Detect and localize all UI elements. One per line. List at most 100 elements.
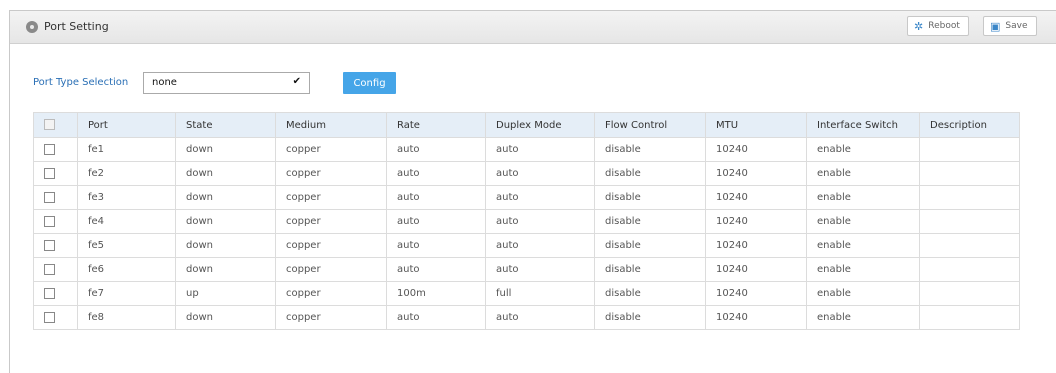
row-checkbox[interactable]: [44, 167, 55, 179]
cell-medium: copper: [275, 209, 387, 234]
cell-switch: enable: [806, 209, 920, 234]
cell-port: fe7: [77, 281, 176, 306]
table-row[interactable]: fe5 down copper auto auto disable 10240 …: [33, 233, 1020, 258]
cell-switch: enable: [806, 161, 920, 186]
cell-rate: auto: [386, 137, 486, 162]
reboot-button[interactable]: ✲ Reboot: [907, 16, 969, 36]
cell-port: fe6: [77, 257, 176, 282]
cell-medium: copper: [275, 233, 387, 258]
table-row[interactable]: fe1 down copper auto auto disable 10240 …: [33, 137, 1020, 162]
cell-port: fe2: [77, 161, 176, 186]
table-header-row: Port State Medium Rate Duplex Mode Flow …: [33, 112, 1020, 138]
row-checkbox[interactable]: [44, 239, 55, 251]
cell-description: [919, 233, 1020, 258]
cell-mtu: 10240: [705, 281, 807, 306]
cell-rate: auto: [386, 257, 486, 282]
row-select-cell[interactable]: [33, 137, 78, 162]
save-label: Save: [1005, 21, 1028, 31]
cell-mtu: 10240: [705, 305, 807, 330]
cell-state: down: [175, 185, 276, 210]
port-type-label: Port Type Selection: [33, 77, 129, 88]
cell-switch: enable: [806, 233, 920, 258]
save-button[interactable]: ▣ Save: [983, 16, 1037, 36]
column-header: Medium: [275, 112, 387, 138]
cell-mtu: 10240: [705, 257, 807, 282]
cell-switch: enable: [806, 281, 920, 306]
select-all-checkbox[interactable]: [44, 119, 55, 131]
row-select-cell[interactable]: [33, 233, 78, 258]
cell-description: [919, 137, 1020, 162]
row-checkbox[interactable]: [44, 311, 55, 323]
cell-rate: auto: [386, 305, 486, 330]
cell-state: down: [175, 137, 276, 162]
cell-port: fe3: [77, 185, 176, 210]
cell-flow: disable: [594, 305, 706, 330]
cell-medium: copper: [275, 281, 387, 306]
port-type-select[interactable]: none ✔: [143, 72, 310, 94]
row-checkbox[interactable]: [44, 287, 55, 299]
port-type-value: none: [152, 77, 177, 88]
cell-switch: enable: [806, 137, 920, 162]
table-row[interactable]: fe7 up copper 100m full disable 10240 en…: [33, 281, 1020, 306]
cell-state: up: [175, 281, 276, 306]
panel-header: Port Setting ✲ Reboot ▣ Save: [10, 11, 1056, 44]
save-icon: ▣: [990, 19, 1001, 33]
cell-duplex: auto: [485, 161, 595, 186]
row-select-cell[interactable]: [33, 281, 78, 306]
row-checkbox[interactable]: [44, 191, 55, 203]
cell-flow: disable: [594, 137, 706, 162]
row-select-cell[interactable]: [33, 209, 78, 234]
cell-description: [919, 257, 1020, 282]
row-select-cell[interactable]: [33, 305, 78, 330]
row-select-cell[interactable]: [33, 161, 78, 186]
row-select-cell[interactable]: [33, 257, 78, 282]
cell-description: [919, 209, 1020, 234]
table-row[interactable]: fe3 down copper auto auto disable 10240 …: [33, 185, 1020, 210]
cell-port: fe5: [77, 233, 176, 258]
table-row[interactable]: fe4 down copper auto auto disable 10240 …: [33, 209, 1020, 234]
cell-duplex: auto: [485, 257, 595, 282]
cell-state: down: [175, 161, 276, 186]
cell-flow: disable: [594, 233, 706, 258]
column-header: Flow Control: [594, 112, 706, 138]
config-button[interactable]: Config: [343, 72, 396, 94]
cell-switch: enable: [806, 257, 920, 282]
column-header: Duplex Mode: [485, 112, 595, 138]
reboot-label: Reboot: [928, 21, 960, 31]
cell-duplex: full: [485, 281, 595, 306]
port-table: Port State Medium Rate Duplex Mode Flow …: [33, 112, 1020, 330]
cell-flow: disable: [594, 281, 706, 306]
row-select-cell[interactable]: [33, 185, 78, 210]
column-header: State: [175, 112, 276, 138]
reboot-icon: ✲: [914, 19, 924, 33]
cell-rate: auto: [386, 209, 486, 234]
row-checkbox[interactable]: [44, 263, 55, 275]
column-header: MTU: [705, 112, 807, 138]
select-all-cell[interactable]: [33, 112, 78, 138]
cell-mtu: 10240: [705, 161, 807, 186]
cell-flow: disable: [594, 209, 706, 234]
table-row[interactable]: fe2 down copper auto auto disable 10240 …: [33, 161, 1020, 186]
cell-duplex: auto: [485, 209, 595, 234]
cell-rate: auto: [386, 161, 486, 186]
cell-rate: auto: [386, 185, 486, 210]
cell-state: down: [175, 305, 276, 330]
cell-mtu: 10240: [705, 185, 807, 210]
cell-rate: 100m: [386, 281, 486, 306]
cell-description: [919, 161, 1020, 186]
cell-mtu: 10240: [705, 233, 807, 258]
cell-description: [919, 281, 1020, 306]
cell-flow: disable: [594, 257, 706, 282]
cell-state: down: [175, 233, 276, 258]
table-row[interactable]: fe6 down copper auto auto disable 10240 …: [33, 257, 1020, 282]
row-checkbox[interactable]: [44, 215, 55, 227]
column-header: Port: [77, 112, 176, 138]
row-checkbox[interactable]: [44, 143, 55, 155]
cell-duplex: auto: [485, 305, 595, 330]
table-row[interactable]: fe8 down copper auto auto disable 10240 …: [33, 305, 1020, 330]
cell-rate: auto: [386, 233, 486, 258]
cell-duplex: auto: [485, 185, 595, 210]
panel-icon: [26, 21, 38, 33]
cell-medium: copper: [275, 185, 387, 210]
cell-medium: copper: [275, 305, 387, 330]
